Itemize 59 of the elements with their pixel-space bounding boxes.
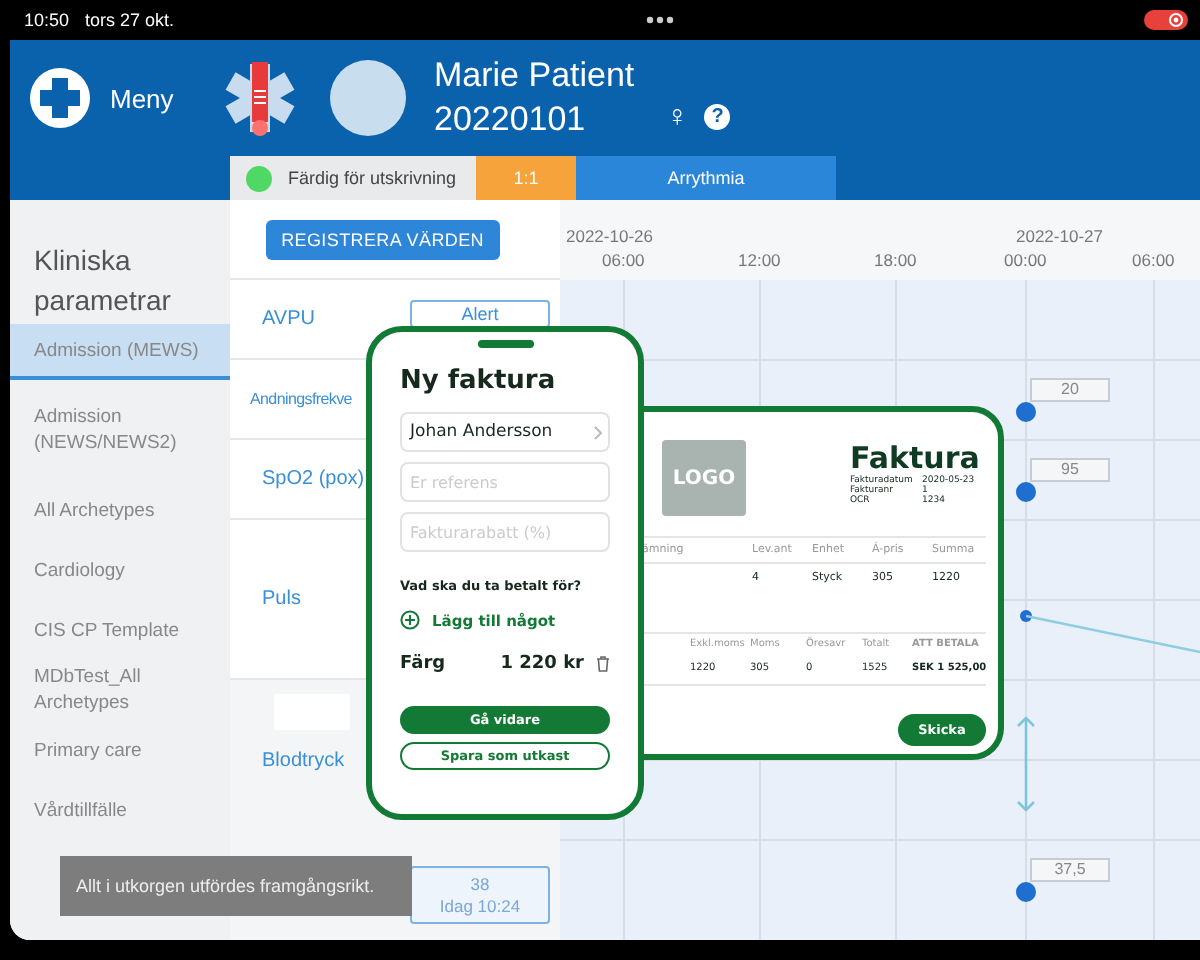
latest-value-box[interactable]: 38 Idag 10:24 [410,866,550,924]
customer-field[interactable]: Johan Andersson [400,412,610,452]
invoice-form-title: Ny faktura [400,366,558,396]
sidebar-item[interactable]: MDbTest_All Archetypes [10,660,230,720]
record-indicator-icon [1144,10,1188,30]
time-label: 12:00 [738,250,781,270]
logo-text: LOGO [672,467,736,489]
invoice-title: Faktura [850,440,982,476]
data-point [1016,402,1036,422]
date-label: 2022-10-27 [1016,226,1103,246]
item-name: Färg [400,654,446,674]
time-label: 00:00 [1004,250,1047,270]
customer-name: Johan Andersson [410,422,553,442]
double-arrow-icon [1016,716,1036,812]
parameter-label[interactable]: Andningsfrekve [250,390,352,408]
sidebar-item[interactable]: Vårdtillfälle [10,780,230,840]
sidebar-item[interactable]: All Archetypes [10,480,230,540]
sidebar-title: Kliniska parametrar [32,242,173,320]
alert-flag: Arrythmia [576,156,836,200]
sidebar-item[interactable]: Cardiology [10,540,230,600]
register-values-button[interactable]: REGISTRERA VÄRDEN [265,219,500,259]
parameter-label[interactable]: AVPU [262,308,315,330]
latest-value: 38 [470,873,490,895]
time-label: 06:00 [602,250,645,270]
patient-name: Marie Patient [434,54,637,98]
trash-icon[interactable] [596,656,610,672]
status-dot [246,165,272,191]
sidebar-item[interactable]: CIS CP Template [10,600,230,660]
parameter-label[interactable]: Puls [262,588,301,610]
sidebar-item[interactable]: Admission (MEWS) [10,324,230,380]
flag-label: Färdig för utskrivning [288,168,457,188]
status-date: tors 27 okt. [85,10,175,30]
avatar-circle [330,60,406,136]
reading-label: 20 [1030,378,1110,402]
parameter-label[interactable]: SpO2 (pox) [262,468,365,490]
status-time: 10:50 [24,10,70,30]
data-point [1016,482,1036,502]
sidebar-item[interactable]: Admission (NEWS/NEWS2) [10,380,230,480]
sidebar-item[interactable]: Primary care [10,720,230,780]
item-price: 1 220 kr [500,654,584,674]
reading-label: 95 [1030,458,1110,482]
toast-message: Allt i utkorgen utfördes framgångsrikt. [60,856,412,916]
parameter-label[interactable]: Blodtryck [262,749,345,771]
gender-symbol: ♀ [666,99,689,133]
ratio-flag: 1:1 [476,156,576,200]
plus-circle-icon[interactable] [400,610,420,630]
latest-time: Idag 10:24 [439,895,521,917]
chevron-right-icon [594,425,602,439]
menu-label[interactable]: Meny [110,83,174,113]
more-dots-icon[interactable] [645,16,674,24]
patient-id: 20220101 [434,98,588,142]
time-label: 18:00 [874,250,917,270]
help-button[interactable]: ? [704,103,731,129]
date-label: 2022-10-26 [566,226,653,246]
reading-label: 37,5 [1030,858,1110,882]
handle-bar [477,340,533,348]
data-point [1016,882,1036,902]
medical-cross-icon[interactable] [30,68,90,128]
time-label: 06:00 [1132,250,1175,270]
